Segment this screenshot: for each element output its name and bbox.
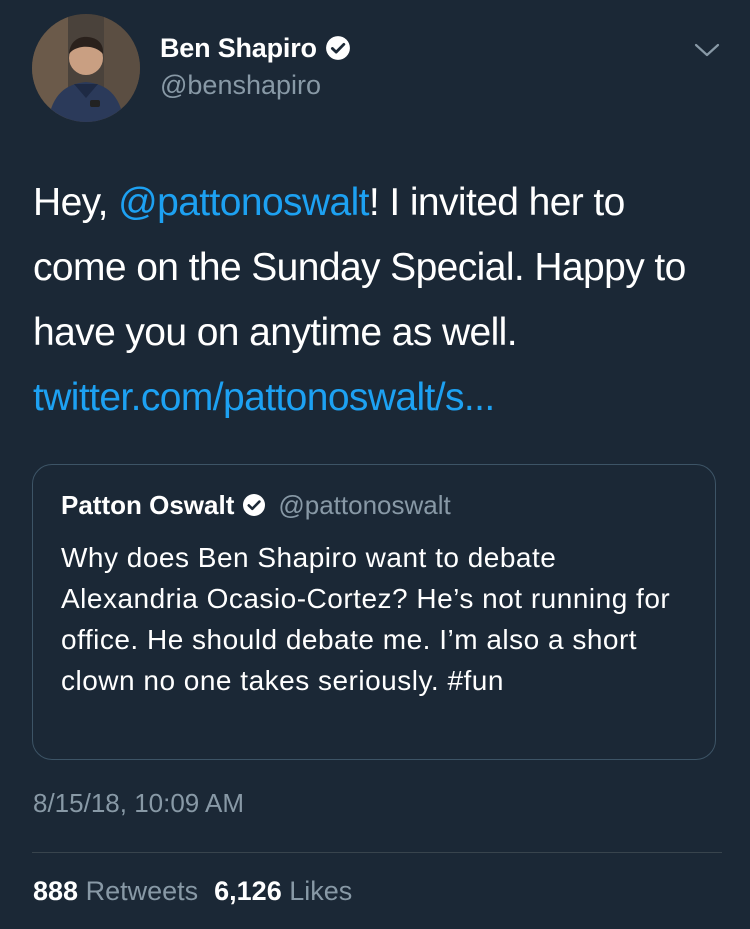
- tweet-text-intro: Hey,: [33, 181, 119, 224]
- tweet-timestamp: 8/15/18, 10:09 AM: [33, 788, 245, 818]
- quoted-tweet-text: Why does Ben Shapiro want to debate Alex…: [61, 542, 671, 696]
- verified-badge-icon: [325, 35, 351, 61]
- quoted-tweet-header: Patton Oswalt @pattonoswalt: [61, 487, 451, 523]
- likes-label: Likes: [289, 876, 353, 906]
- tweet-detail: Ben Shapiro @benshapiro Hey, @pattonoswa…: [0, 0, 750, 929]
- retweets-label: Retweets: [85, 876, 199, 906]
- tweet-stats: 888 Retweets 6,126 Likes: [33, 876, 352, 907]
- retweets-count: 888: [33, 876, 79, 906]
- author-name-row[interactable]: Ben Shapiro: [160, 30, 351, 66]
- author-display-name[interactable]: Ben Shapiro: [160, 33, 317, 64]
- likes-count: 6,126: [214, 876, 282, 906]
- quoted-author-name: Patton Oswalt: [61, 489, 235, 520]
- verified-badge-icon: [242, 493, 266, 517]
- tweet-text: Hey, @pattonoswalt! I invited her to com…: [33, 170, 723, 430]
- quoted-author-handle: @pattonoswalt: [278, 489, 451, 520]
- likes-stat[interactable]: 6,126 Likes: [214, 876, 352, 907]
- avatar-photo: [32, 14, 140, 122]
- retweets-stat[interactable]: 888 Retweets: [33, 876, 198, 907]
- tweet-url-link[interactable]: twitter.com/pattonoswalt/s...: [33, 376, 495, 419]
- chevron-down-icon[interactable]: [692, 38, 722, 62]
- mention-link[interactable]: @pattonoswalt: [118, 181, 369, 224]
- quoted-tweet-card[interactable]: Patton Oswalt @pattonoswalt Why does Ben…: [32, 464, 716, 760]
- divider: [32, 852, 722, 853]
- author-handle[interactable]: @benshapiro: [160, 70, 321, 101]
- avatar[interactable]: [32, 14, 140, 122]
